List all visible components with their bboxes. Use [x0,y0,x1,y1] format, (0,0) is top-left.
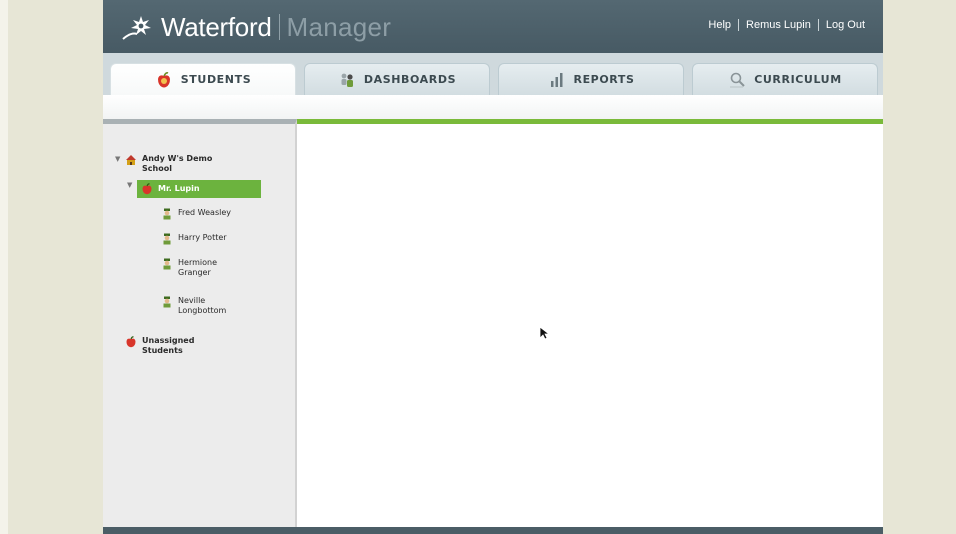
brand-name: Waterford [161,11,272,42]
student-icon [163,258,171,270]
apple-icon [142,183,152,195]
tab-reports-label: REPORTS [573,73,635,86]
apple-icon [126,336,136,348]
tab-dashboards[interactable]: DASHBOARDS [304,63,490,95]
link-divider [738,19,740,31]
tree-node-school[interactable]: ▼ Andy W's Demo School [115,154,232,174]
tree-node-student[interactable]: Hermione Granger [161,258,234,278]
app-header: Waterford Manager Help Remus Lupin Log O… [103,0,883,53]
app-window: Waterford Manager Help Remus Lupin Log O… [103,0,883,534]
student-name: Harry Potter [178,233,227,242]
student-name: Fred Weasley [178,208,231,217]
expand-toggle-icon[interactable]: ▼ [127,181,137,189]
tree-node-student[interactable]: Neville Longbottom [161,296,248,316]
footer-bar [103,527,883,534]
tree-node-student[interactable]: Fred Weasley [161,208,270,220]
page-left-gutter [0,0,8,534]
unassigned-students-label: Unassigned Students [142,336,195,355]
tab-curriculum-label: CURRICULUM [754,73,842,86]
brand-divider [279,14,281,40]
user-links: Help Remus Lupin Log Out [708,19,865,31]
tree-node-student[interactable]: Harry Potter [161,233,270,245]
bar-chart-icon [550,72,562,87]
student-tree-sidebar: ▼ Andy W's Demo School ▼ Mr. Lupin Fred … [103,119,297,527]
apple-icon [157,71,170,87]
tree-node-teacher[interactable]: ▼ Mr. Lupin [127,180,261,198]
tab-subbar [103,95,883,119]
expand-toggle-icon[interactable]: ▼ [115,155,125,163]
product-name: Manager [286,11,392,42]
main-content-panel [297,119,883,527]
link-divider [817,19,819,31]
tab-curriculum[interactable]: CURRICULUM [692,63,878,95]
logout-link[interactable]: Log Out [826,19,865,31]
people-icon [341,73,353,87]
main-tabbar: STUDENTS DASHBOARDS REPORTS CURRICULUM [103,53,883,95]
tab-students[interactable]: STUDENTS [110,63,296,95]
student-icon [163,233,171,245]
tab-reports[interactable]: REPORTS [498,63,684,95]
student-icon [163,208,171,220]
tab-students-label: STUDENTS [180,73,252,86]
tab-dashboards-label: DASHBOARDS [363,73,457,86]
school-name: Andy W's Demo School [142,154,213,173]
student-name: Hermione Granger [178,258,217,277]
help-link[interactable]: Help [708,19,731,31]
student-icon [163,296,171,308]
tree-node-unassigned[interactable]: Unassigned Students [125,336,204,356]
school-icon [126,155,136,165]
waterford-logo-icon [122,16,151,40]
teacher-name: Mr. Lupin [158,184,200,193]
mouse-cursor-icon [539,326,549,340]
user-name-link[interactable]: Remus Lupin [746,19,811,31]
brand: Waterford Manager [121,10,391,44]
magnifier-icon [730,72,745,87]
selected-teacher-row[interactable]: Mr. Lupin [137,180,261,198]
student-name: Neville Longbottom [178,296,227,315]
